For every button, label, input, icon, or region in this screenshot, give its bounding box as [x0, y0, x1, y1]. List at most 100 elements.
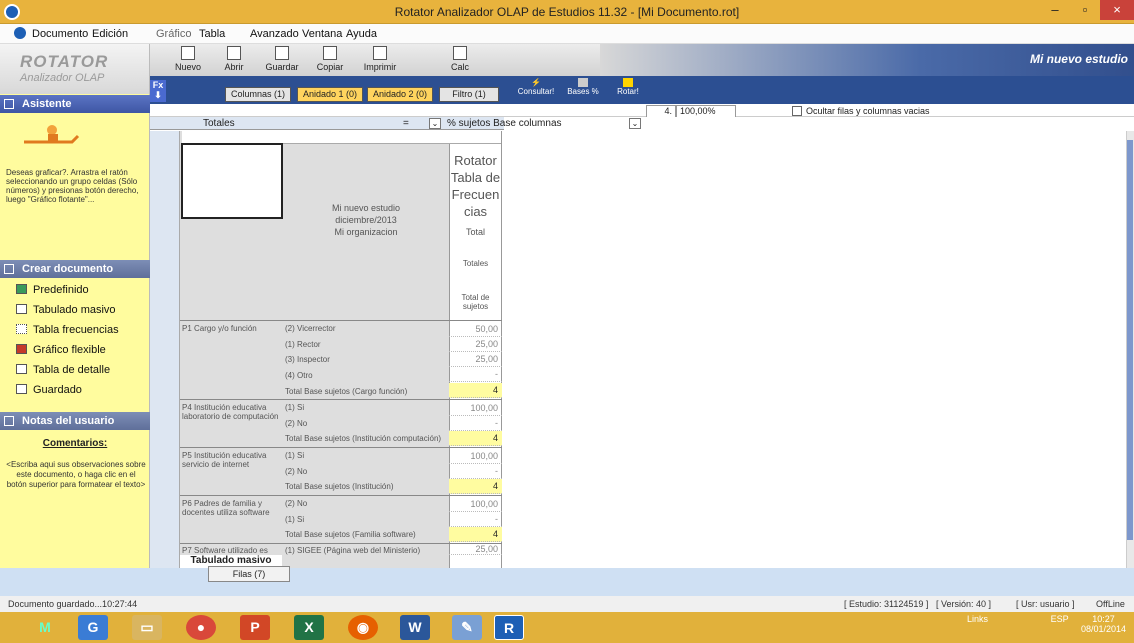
- crear-header[interactable]: Crear documento: [0, 260, 150, 278]
- category-label: (1) SIGEE (Página web del Ministerio): [285, 546, 421, 555]
- fx-icon[interactable]: Fx ⬇: [150, 80, 166, 102]
- cols-dropdown-chevron-down-icon[interactable]: ⌄: [629, 118, 641, 129]
- question-label: P7 Software utilizado es: [182, 546, 268, 555]
- total-cell[interactable]: 4: [449, 527, 502, 542]
- excel-icon[interactable]: X: [294, 615, 324, 640]
- corner-cell[interactable]: [181, 143, 283, 219]
- paint-icon[interactable]: ✎: [452, 615, 482, 640]
- total-cell[interactable]: 4: [449, 479, 502, 494]
- row-separator: [180, 447, 502, 448]
- anidado2-button[interactable]: Anidado 2 (0): [367, 87, 433, 102]
- row-separator: [180, 495, 502, 496]
- data-cell[interactable]: 100,00: [449, 449, 502, 464]
- user-notes[interactable]: <Escriba aqui sus observaciones sobre es…: [6, 460, 146, 490]
- notas-header[interactable]: Notas del usuario: [0, 412, 150, 430]
- cols-dimension-label[interactable]: % sujetos Base columnas: [447, 118, 562, 129]
- menu-grafico[interactable]: Gráfico: [156, 28, 191, 40]
- rotate-icon: [623, 78, 633, 87]
- menu-ayuda[interactable]: Ayuda: [346, 28, 377, 40]
- open-button[interactable]: Abrir: [212, 46, 256, 72]
- rows-dimension-label[interactable]: Totales: [203, 118, 235, 129]
- calc-button[interactable]: Calc: [438, 46, 482, 72]
- table-icon: [16, 324, 27, 334]
- status-version: [ Versión: 40 ]: [936, 599, 992, 609]
- study-name: Mi nuevo estudio: [1029, 52, 1128, 66]
- rotar-button[interactable]: Rotar!: [613, 78, 643, 96]
- doc-icon[interactable]: [14, 27, 26, 39]
- sidebar-item-grafico[interactable]: Gráfico flexible: [16, 344, 106, 356]
- consultar-button[interactable]: ⚡ Consultar!: [515, 78, 557, 96]
- filtro-button[interactable]: Filtro (1): [439, 87, 499, 102]
- asistente-header[interactable]: Asistente: [0, 95, 150, 113]
- category-label: (3) Inspector: [285, 355, 330, 364]
- clock[interactable]: 10:27 08/01/2014: [1081, 614, 1126, 634]
- sidebar-item-frecuencias[interactable]: Tabla frecuencias: [16, 324, 119, 336]
- total-cell[interactable]: 4: [449, 383, 502, 398]
- collapse-icon[interactable]: [4, 416, 14, 426]
- save-button[interactable]: Guardar: [260, 46, 304, 72]
- rotator-task-icon[interactable]: R: [494, 615, 524, 640]
- copy-icon: [323, 46, 337, 60]
- print-button[interactable]: Imprimir: [358, 46, 402, 72]
- total-label: Total Base sujetos (Institución): [285, 482, 394, 491]
- new-button[interactable]: Nuevo: [166, 46, 210, 72]
- sidebar-item-predefinido[interactable]: Predefinido: [16, 284, 89, 296]
- collapse-icon[interactable]: [4, 264, 14, 274]
- scrollbar-thumb[interactable]: [1127, 140, 1133, 540]
- app-logo: ROTATOR Analizador OLAP: [0, 44, 150, 94]
- data-cell[interactable]: -: [449, 367, 502, 382]
- new-icon: [181, 46, 195, 60]
- lang-label[interactable]: ESP: [1051, 614, 1069, 624]
- status-bar: Documento guardado...10:27:44 [ Estudio:…: [0, 596, 1134, 612]
- data-cell[interactable]: 25,00: [449, 544, 502, 555]
- explorer-icon[interactable]: ▭: [132, 615, 162, 640]
- data-cell[interactable]: 100,00: [449, 401, 502, 416]
- system-tray: Links ESP 10:27 08/01/2014: [967, 614, 1126, 634]
- anidado1-button[interactable]: Anidado 1 (0): [297, 87, 363, 102]
- sidebar-item-tabulado[interactable]: Tabulado masivo: [16, 304, 116, 316]
- chrome-icon[interactable]: ●: [186, 615, 216, 640]
- bases-button[interactable]: Bases %: [565, 78, 601, 96]
- menu-avanzado[interactable]: Avanzado: [250, 28, 299, 40]
- total-cell[interactable]: 4: [449, 431, 502, 446]
- tab-filas[interactable]: Filas (7): [208, 566, 290, 582]
- question-icon: [16, 364, 27, 374]
- logo-name: ROTATOR: [20, 52, 109, 71]
- assistant-figure-icon: [22, 122, 82, 146]
- data-cell[interactable]: -: [449, 464, 502, 479]
- links-label[interactable]: Links: [967, 614, 988, 624]
- rows-dropdown-chevron-down-icon[interactable]: ⌄: [429, 118, 441, 129]
- copy-button[interactable]: Copiar: [308, 46, 352, 72]
- category-label: (1) Si: [285, 403, 305, 412]
- data-cell[interactable]: -: [449, 416, 502, 431]
- menu-documento[interactable]: Documento: [32, 28, 88, 40]
- menu-tabla[interactable]: Tabla: [199, 28, 225, 40]
- movistar-icon[interactable]: M: [30, 615, 60, 640]
- question-label: P6 Padres de familia y docentes utiliza …: [182, 499, 270, 517]
- category-label: (2) Vicerrector: [285, 324, 336, 333]
- category-label: (1) Si: [285, 451, 305, 460]
- word-icon[interactable]: W: [400, 615, 430, 640]
- columnas-button[interactable]: Columnas (1): [225, 87, 291, 102]
- data-cell[interactable]: 25,00: [449, 352, 502, 367]
- firefox-icon[interactable]: ◉: [348, 615, 378, 640]
- data-cell[interactable]: -: [449, 512, 502, 527]
- comments-link[interactable]: Comentarios:: [0, 438, 150, 449]
- sidebar-item-detalle[interactable]: Tabla de detalle: [16, 364, 110, 376]
- menu-bar: Documento Edición Gráfico Tabla Avanzado…: [0, 24, 1134, 44]
- minimize-button[interactable]: –: [1040, 0, 1070, 20]
- hide-empty-checkbox[interactable]: [792, 106, 802, 116]
- data-cell[interactable]: 25,00: [449, 337, 502, 352]
- maximize-button[interactable]: ▫: [1070, 0, 1100, 20]
- menu-ventana[interactable]: Ventana: [302, 28, 342, 40]
- sidebar-item-guardado[interactable]: Guardado: [16, 384, 82, 396]
- menu-edicion[interactable]: Edición: [92, 28, 128, 40]
- collapse-icon[interactable]: [4, 99, 14, 109]
- close-button[interactable]: ×: [1100, 0, 1134, 20]
- data-cell[interactable]: 100,00: [449, 497, 502, 512]
- powerpoint-icon[interactable]: P: [240, 615, 270, 640]
- grid-icon: [16, 304, 27, 314]
- app-icon[interactable]: G: [78, 615, 108, 640]
- data-cell[interactable]: 50,00: [449, 322, 502, 337]
- hide-empty-label: Ocultar filas y columnas vacias: [806, 106, 930, 116]
